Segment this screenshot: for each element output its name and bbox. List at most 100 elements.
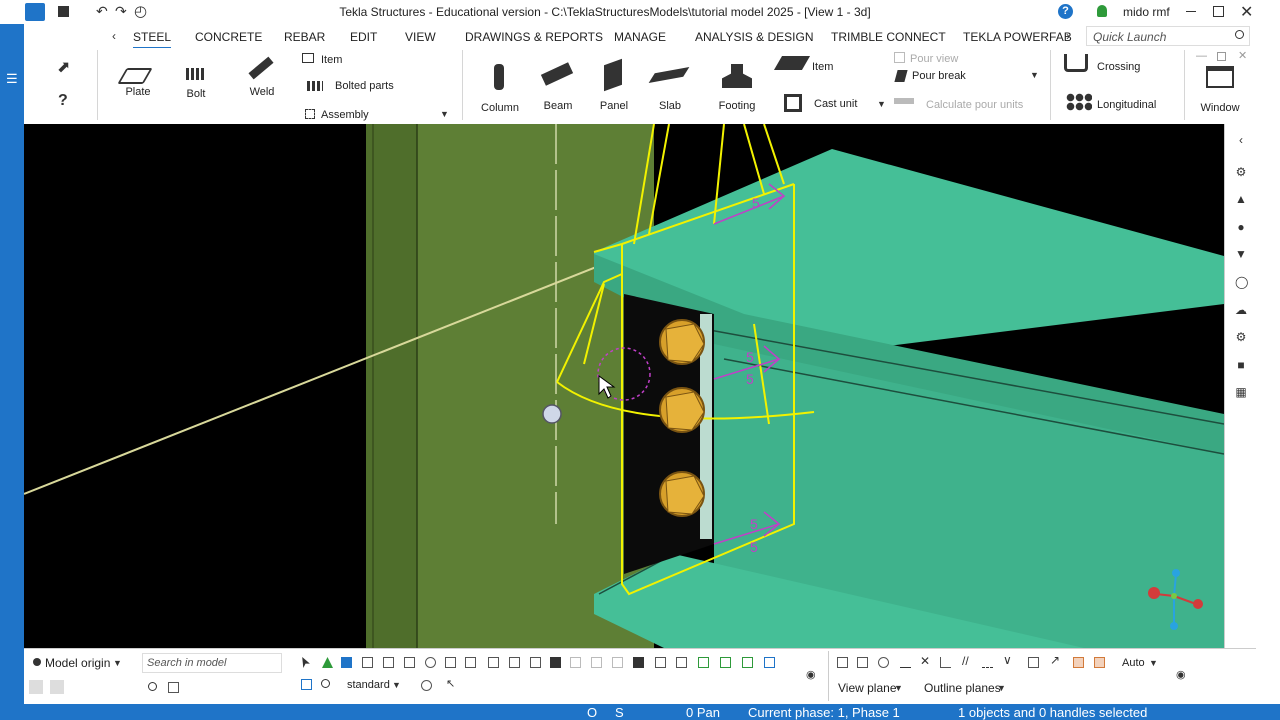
snap-reference-icon[interactable]	[837, 657, 848, 668]
snap-extension-icon[interactable]	[982, 657, 993, 668]
cast-unit-dropdown-icon[interactable]: ▼	[877, 99, 886, 109]
model-icon[interactable]: ■	[1235, 359, 1247, 371]
outline-planes-dropdown[interactable]: Outline planes	[924, 681, 1001, 695]
settings-icon[interactable]: ⚙	[1235, 331, 1247, 343]
snap-line-icon[interactable]	[1028, 657, 1039, 668]
quick-launch-box[interactable]: Quick Launch	[1086, 26, 1250, 46]
select-parts-icon[interactable]	[322, 657, 333, 668]
cloud-icon[interactable]: ☁	[1235, 304, 1247, 316]
snap-depth-chevron-icon[interactable]: ▼	[1149, 658, 1158, 668]
snap-center-icon[interactable]	[878, 657, 889, 668]
snap-geometry-icon[interactable]	[857, 657, 868, 668]
calculate-pour-units-button[interactable]: Calculate pour units	[926, 99, 1023, 111]
select-components-green-icon[interactable]	[742, 657, 753, 668]
select-planes-icon[interactable]	[509, 657, 520, 668]
tab-tekla-powerfab[interactable]: TEKLA POWERFAB	[963, 30, 1072, 44]
assembly-button[interactable]: Assembly	[321, 109, 369, 121]
select-markups-icon[interactable]	[633, 657, 644, 668]
slab-button[interactable]: Slab	[646, 62, 694, 122]
collapse-panel-icon[interactable]: ‹	[1235, 134, 1247, 146]
visibility-eye-icon[interactable]: ◉	[806, 668, 816, 681]
users-icon[interactable]: ●	[1235, 221, 1247, 233]
select-distances-icon[interactable]	[570, 657, 581, 668]
filter-settings-icon[interactable]	[421, 680, 432, 691]
snap-depth-icon[interactable]	[1094, 657, 1105, 668]
cast-unit-button[interactable]: Cast unit	[814, 98, 857, 110]
panel-button[interactable]: Panel	[590, 58, 638, 120]
snap-depth-dropdown[interactable]: Auto	[1122, 657, 1145, 669]
minimize-icon[interactable]	[1186, 11, 1196, 12]
snap-perpendicular-icon[interactable]	[940, 657, 951, 668]
hamburger-menu-icon[interactable]: ☰	[6, 71, 18, 87]
bolt-button[interactable]: Bolt	[172, 62, 220, 122]
bolted-parts-button[interactable]: Bolted parts	[335, 80, 394, 92]
3d-model-view[interactable]: 5 5 5 5 5	[24, 124, 1224, 648]
select-loads-icon[interactable]	[550, 657, 561, 668]
ribbon-minimize-icon[interactable]: —	[1196, 50, 1207, 62]
selection-filter-chevron-icon[interactable]: ▼	[392, 680, 401, 690]
crossing-button[interactable]: Crossing	[1097, 61, 1140, 73]
snap-override-icon[interactable]	[1073, 657, 1084, 668]
filter-search-icon[interactable]	[321, 679, 330, 688]
outline-planes-chevron-icon[interactable]: ▼	[997, 683, 1006, 693]
tab-concrete[interactable]: CONCRETE	[195, 30, 262, 44]
user-name[interactable]: mido rmf	[1123, 5, 1170, 19]
view-plane-chevron-icon[interactable]: ▼	[894, 683, 903, 693]
notifications-icon[interactable]: ▼	[1235, 248, 1247, 260]
close-icon[interactable]: ✕	[1240, 2, 1253, 22]
tab-view[interactable]: VIEW	[405, 30, 436, 44]
select-grids-icon[interactable]	[445, 657, 456, 668]
select-all-icon[interactable]	[302, 657, 310, 668]
filter-grid-icon[interactable]	[301, 679, 312, 690]
select-components-icon[interactable]	[404, 657, 415, 668]
model-viewport[interactable]: 5 5 5 5 5	[24, 124, 1224, 648]
selection-filter-dropdown[interactable]: standard	[347, 679, 390, 691]
zoom-search-icon[interactable]	[168, 682, 179, 693]
beam-button[interactable]: Beam	[534, 62, 582, 122]
pour-break-dropdown-icon[interactable]: ▼	[1030, 70, 1039, 80]
select-bolts-icon[interactable]	[383, 657, 394, 668]
model-origin-chevron-icon[interactable]: ▼	[113, 658, 122, 668]
tabs-scroll-right-icon[interactable]: ›	[1066, 29, 1070, 43]
globe-icon[interactable]: ◯	[1235, 276, 1248, 288]
select-arrow-icon[interactable]: ⬈	[57, 57, 70, 77]
view-plane-dropdown[interactable]: View plane	[838, 681, 897, 695]
status-current-phase[interactable]: Current phase: 1, Phase 1	[748, 705, 900, 720]
select-views-icon[interactable]	[530, 657, 541, 668]
components-icon[interactable]: ▦	[1235, 386, 1247, 398]
pour-break-button[interactable]: Pour break	[912, 70, 966, 82]
snap-midpoint-icon[interactable]	[900, 657, 911, 668]
status-snap[interactable]: S	[615, 705, 624, 720]
select-cuts-icon[interactable]	[488, 657, 499, 668]
window-button[interactable]: Window	[1194, 62, 1246, 122]
column-button[interactable]: Column	[476, 62, 524, 122]
tab-trimble-connect[interactable]: TRIMBLE CONNECT	[831, 30, 946, 44]
select-points-icon[interactable]	[465, 657, 476, 668]
plate-button[interactable]: Plate	[114, 62, 162, 122]
weld-button[interactable]: Weld	[238, 56, 286, 120]
tab-manage[interactable]: MANAGE	[614, 30, 666, 44]
snap-intersection-icon[interactable]: ✕	[920, 654, 930, 668]
tab-drawings-reports[interactable]: DRAWINGS & REPORTS	[465, 30, 603, 44]
item2-button[interactable]: Item	[812, 61, 833, 73]
model-origin-dropdown[interactable]: Model origin	[45, 656, 110, 670]
restore-icon[interactable]	[1213, 6, 1224, 17]
longitudinal-button[interactable]: Longitudinal	[1097, 99, 1156, 111]
tab-steel[interactable]: STEEL	[133, 30, 172, 49]
select-filter-icon[interactable]	[764, 657, 775, 668]
tabs-scroll-left-icon[interactable]: ‹	[112, 29, 116, 43]
tab-edit[interactable]: EDIT	[350, 30, 377, 44]
search-model-box[interactable]: Search in model	[142, 653, 282, 673]
search-icon[interactable]	[148, 682, 157, 691]
tab-rebar[interactable]: REBAR	[284, 30, 325, 44]
select-objects-in-assemblies-icon[interactable]	[720, 657, 731, 668]
footing-button[interactable]: Footing	[712, 60, 762, 120]
snap-chevron-icon[interactable]: ∨	[1003, 653, 1012, 667]
user-icon[interactable]	[1097, 5, 1107, 17]
tab-analysis-design[interactable]: ANALYSIS & DESIGN	[695, 30, 813, 44]
select-surfaces-icon[interactable]	[341, 657, 352, 668]
help-query-icon[interactable]: ?	[58, 92, 68, 110]
select-reference-icon[interactable]	[591, 657, 602, 668]
search-model-input[interactable]: Search in model	[147, 657, 227, 669]
select-pours-icon[interactable]	[612, 657, 623, 668]
